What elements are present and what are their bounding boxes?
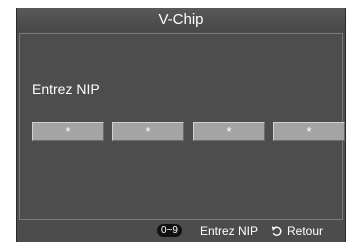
enter-pin-hint: Entrez NIP (200, 224, 259, 238)
content-panel: Entrez NIP * * * * (19, 33, 345, 220)
dialog-title: V-Chip (17, 8, 345, 32)
pin-digit-1[interactable]: * (32, 122, 104, 141)
pin-digit-2[interactable]: * (112, 122, 184, 141)
v-chip-dialog: V-Chip Entrez NIP * * * * 0~9 Entrez NIP… (16, 8, 346, 242)
return-arrow-icon[interactable] (271, 224, 283, 238)
number-keys-badge: 0~9 (157, 224, 182, 237)
pin-digit-3[interactable]: * (193, 122, 265, 141)
return-button-label[interactable]: Retour (287, 224, 323, 238)
pin-digit-4[interactable]: * (273, 122, 345, 141)
pin-input-row: * * * * (32, 122, 345, 142)
footer-help-bar: 0~9 Entrez NIP Retour (17, 220, 345, 242)
pin-prompt: Entrez NIP (32, 81, 100, 97)
